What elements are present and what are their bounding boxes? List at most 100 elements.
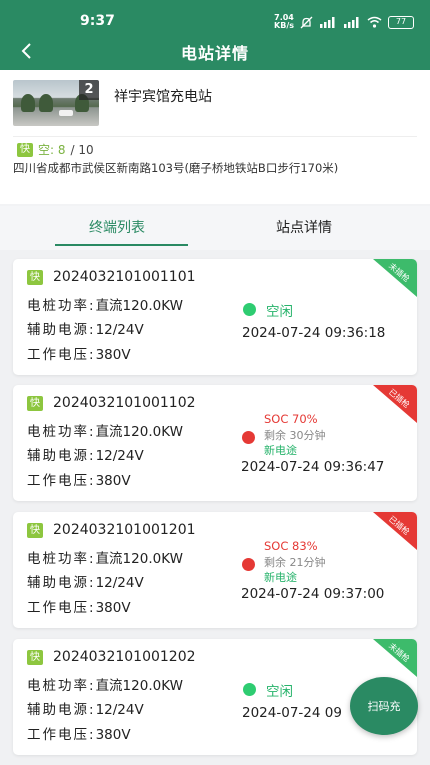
terminal-id: 2024032101001102 <box>53 395 196 411</box>
spec-aux-value: 12/24V <box>95 322 144 338</box>
status-idle-dot <box>243 683 256 696</box>
spec-power: 电桩功率:直流120.0KW <box>27 294 183 314</box>
spec-power-label: 电桩功率: <box>27 678 96 694</box>
status-idle-dot <box>243 303 256 316</box>
active-tab-indicator <box>55 244 188 246</box>
plug-status-text: 已插枪 <box>386 514 412 537</box>
status-time: 2024-07-24 09:37:00 <box>241 586 385 602</box>
terminal-card[interactable]: 快 2024032101001102 电桩功率:直流120.0KW 辅助电源:1… <box>13 385 417 501</box>
soc-value: SOC 83% <box>264 539 318 553</box>
spec-voltage-label: 工作电压: <box>27 600 96 616</box>
spec-aux-power: 辅助电源:12/24V <box>27 571 144 591</box>
spec-voltage: 工作电压:380V <box>27 596 131 616</box>
terminal-id: 2024032101001202 <box>53 649 196 665</box>
fast-charge-tag: 快 <box>27 270 43 285</box>
spec-voltage-label: 工作电压: <box>27 727 96 743</box>
tab-bar: 终端列表 站点详情 <box>0 206 430 250</box>
spec-voltage-label: 工作电压: <box>27 473 96 489</box>
spec-power: 电桩功率:直流120.0KW <box>27 420 183 440</box>
fast-charge-tag: 快 <box>27 396 43 411</box>
plug-status-text: 未插枪 <box>386 641 412 664</box>
battery-icon: 77 <box>388 15 414 29</box>
spec-aux-label: 辅助电源: <box>27 702 96 718</box>
station-photo[interactable]: 2 <box>13 80 99 126</box>
nav-bar: 电站详情 <box>0 34 430 70</box>
spec-power-label: 电桩功率: <box>27 551 96 567</box>
spec-voltage: 工作电压:380V <box>27 469 131 489</box>
charging-platform: 新电途 <box>264 444 297 457</box>
spec-aux-label: 辅助电源: <box>27 322 96 338</box>
spec-power: 电桩功率:直流120.0KW <box>27 674 183 694</box>
status-charging-dot <box>242 431 255 444</box>
remaining-time: 剩余 21分钟 <box>264 556 326 569</box>
plug-status-badge: 已插枪 <box>373 512 417 550</box>
status-text: 空闲 <box>266 684 293 700</box>
plug-status-badge: 未插枪 <box>373 259 417 297</box>
spec-aux-label: 辅助电源: <box>27 448 96 464</box>
spec-aux-power: 辅助电源:12/24V <box>27 318 144 338</box>
spec-voltage: 工作电压:380V <box>27 723 131 743</box>
spec-aux-value: 12/24V <box>95 702 144 718</box>
spec-power-value: 直流120.0KW <box>95 678 183 694</box>
spec-voltage: 工作电压:380V <box>27 343 131 363</box>
fast-charge-tag: 快 <box>27 523 43 538</box>
photo-tree <box>21 94 35 112</box>
signal-icon <box>344 16 359 28</box>
spec-aux-label: 辅助电源: <box>27 575 96 591</box>
total-count: / 10 <box>70 142 94 157</box>
terminal-id: 2024032101001101 <box>53 269 196 285</box>
status-time: 2024-07-24 09:36:47 <box>241 459 385 475</box>
spec-aux-value: 12/24V <box>95 448 144 464</box>
status-bar: 9:37 7.04 KB/s 77 <box>0 0 430 34</box>
status-icons: 7.04 KB/s 77 <box>274 14 414 30</box>
spec-power-value: 直流120.0KW <box>95 551 183 567</box>
station-info-card: 2 祥宇宾馆充电站 快 空: 8 / 10 四川省成都市武侯区新南路103号(磨… <box>0 70 430 204</box>
availability-row: 快 空: 8 / 10 <box>17 141 94 158</box>
status-time: 2024-07-24 09 <box>242 705 342 721</box>
spec-voltage-value: 380V <box>95 347 131 363</box>
photo-car <box>59 110 73 116</box>
plug-status-text: 已插枪 <box>386 387 412 410</box>
spec-voltage-value: 380V <box>95 473 131 489</box>
fast-charge-tag: 快 <box>27 650 43 665</box>
plug-status-badge: 未插枪 <box>373 639 417 677</box>
terminal-id: 2024032101001201 <box>53 522 196 538</box>
mute-bell-icon <box>300 16 313 28</box>
terminal-card[interactable]: 快 2024032101001101 电桩功率:直流120.0KW 辅助电源:1… <box>13 259 417 375</box>
wifi-icon <box>367 16 382 28</box>
page-title: 电站详情 <box>180 44 249 63</box>
network-speed: 7.04 KB/s <box>274 13 294 30</box>
tab-station-detail[interactable]: 站点详情 <box>276 217 332 237</box>
status-charging-dot <box>242 558 255 571</box>
remaining-time: 剩余 30分钟 <box>264 429 326 442</box>
free-count: 空: 8 <box>38 143 66 157</box>
spec-power-label: 电桩功率: <box>27 298 96 314</box>
spec-power: 电桩功率:直流120.0KW <box>27 547 183 567</box>
spec-voltage-value: 380V <box>95 600 131 616</box>
tab-terminal-list[interactable]: 终端列表 <box>89 217 145 237</box>
spec-voltage-label: 工作电压: <box>27 347 96 363</box>
terminal-card[interactable]: 快 2024032101001201 电桩功率:直流120.0KW 辅助电源:1… <box>13 512 417 628</box>
spec-aux-power: 辅助电源:12/24V <box>27 698 144 718</box>
spec-aux-power: 辅助电源:12/24V <box>27 444 144 464</box>
spec-power-label: 电桩功率: <box>27 424 96 440</box>
photo-count-badge: 2 <box>79 80 99 100</box>
app-header: 9:37 7.04 KB/s 77 电站详情 <box>0 0 430 70</box>
divider <box>13 136 417 137</box>
spec-aux-value: 12/24V <box>95 575 144 591</box>
status-time: 2024-07-24 09:36:18 <box>242 325 386 341</box>
fast-charge-tag: 快 <box>17 142 33 157</box>
charging-platform: 新电途 <box>264 571 297 584</box>
status-text: 空闲 <box>266 304 293 320</box>
station-name: 祥宇宾馆充电站 <box>114 89 212 105</box>
signal-icon <box>320 16 335 28</box>
plug-status-text: 未插枪 <box>386 261 412 284</box>
spec-voltage-value: 380V <box>95 727 131 743</box>
plug-status-badge: 已插枪 <box>373 385 417 423</box>
photo-tree <box>39 94 53 112</box>
spec-power-value: 直流120.0KW <box>95 298 183 314</box>
spec-power-value: 直流120.0KW <box>95 424 183 440</box>
soc-value: SOC 70% <box>264 412 318 426</box>
scan-to-charge-button[interactable]: 扫码充 <box>350 677 418 735</box>
station-address: 四川省成都市武侯区新南路103号(磨子桥地铁站B口步行170米) <box>13 161 339 175</box>
